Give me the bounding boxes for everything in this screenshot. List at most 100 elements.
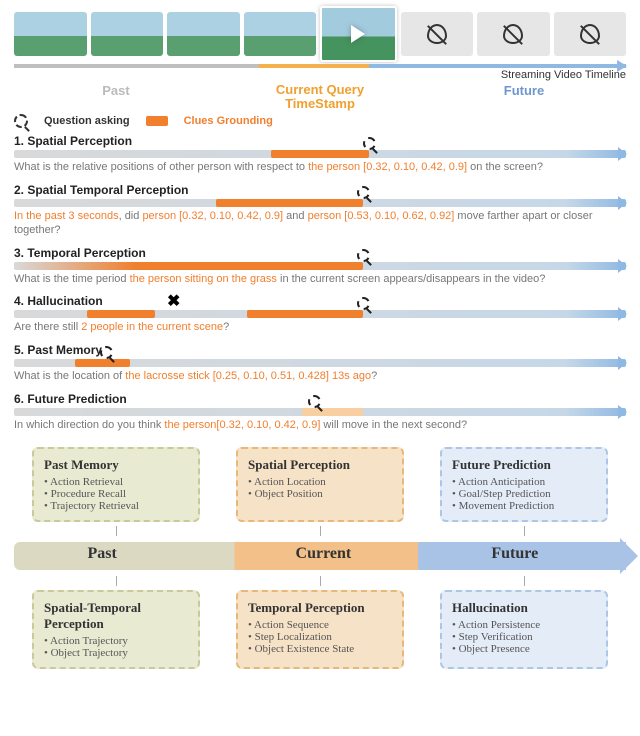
thumb-future bbox=[554, 12, 627, 56]
phase-labels: Past Current Query TimeStamp Future bbox=[14, 83, 626, 110]
bot-boxes-row: Spatial-Temporal Perception Action Trajec… bbox=[14, 590, 626, 669]
box-list: Action RetrievalProcedure RecallTrajecto… bbox=[44, 476, 188, 512]
thumb-past bbox=[91, 12, 164, 56]
clue-segment bbox=[14, 262, 363, 270]
aspect-title: 2. Spatial Temporal Perception bbox=[14, 183, 626, 197]
thumb-past bbox=[244, 12, 317, 56]
aspect-bar bbox=[14, 150, 626, 158]
category-box: Hallucination Action PersistenceStep Veri… bbox=[440, 590, 608, 669]
aspect-question: What is the location of the lacrosse sti… bbox=[14, 370, 626, 384]
aspect-bar: ✖ bbox=[14, 310, 626, 318]
phase-past: Past bbox=[14, 83, 218, 110]
thumb-past bbox=[14, 12, 87, 56]
category-box: Temporal Perception Action SequenceStep L… bbox=[236, 590, 404, 669]
box-title: Temporal Perception bbox=[248, 600, 392, 616]
clue-segment bbox=[271, 150, 369, 158]
box-list: Action LocationObject Position bbox=[248, 476, 392, 500]
phase-future: Future bbox=[422, 83, 626, 110]
play-icon bbox=[351, 25, 365, 43]
box-title: Hallucination bbox=[452, 600, 596, 616]
question-mark-icon bbox=[357, 186, 370, 199]
box-item: Goal/Step Prediction bbox=[452, 488, 596, 500]
question-mark-icon bbox=[363, 137, 376, 150]
aspect: 6. Future PredictionIn which direction d… bbox=[14, 392, 626, 433]
legend-clues: Clues Grounding bbox=[184, 115, 273, 127]
box-list: Action SequenceStep LocalizationObject E… bbox=[248, 619, 392, 655]
legend: Question asking Clues Grounding bbox=[14, 114, 626, 128]
box-item: Procedure Recall bbox=[44, 488, 188, 500]
bottom-diagram: Past Memory Action RetrievalProcedure Rec… bbox=[14, 447, 626, 669]
box-list: Action TrajectoryObject Trajectory bbox=[44, 635, 188, 659]
box-list: Action AnticipationGoal/Step PredictionM… bbox=[452, 476, 596, 512]
thumb-current bbox=[320, 6, 397, 62]
aspect-title: 4. Hallucination bbox=[14, 294, 626, 308]
box-item: Trajectory Retrieval bbox=[44, 500, 188, 512]
timeline-label: Streaming Video Timeline bbox=[14, 69, 626, 81]
category-box: Spatial Perception Action LocationObject … bbox=[236, 447, 404, 522]
question-mark-icon bbox=[100, 346, 113, 359]
video-thumbnails bbox=[14, 6, 626, 62]
aspect-bar bbox=[14, 199, 626, 207]
box-item: Object Presence bbox=[452, 643, 596, 655]
aspect-question: In the past 3 seconds, did person [0.32,… bbox=[14, 210, 626, 238]
box-title: Spatial Perception bbox=[248, 457, 392, 473]
box-item: Step Localization bbox=[248, 631, 392, 643]
question-mark-icon bbox=[357, 297, 370, 310]
box-item: Object Trajectory bbox=[44, 647, 188, 659]
legend-question: Question asking bbox=[44, 115, 130, 127]
box-item: Action Retrieval bbox=[44, 476, 188, 488]
box-title: Spatial-Temporal Perception bbox=[44, 600, 188, 632]
box-item: Object Position bbox=[248, 488, 392, 500]
box-item: Action Sequence bbox=[248, 619, 392, 631]
clue-segment bbox=[302, 408, 363, 416]
question-mark-icon bbox=[357, 249, 370, 262]
aspect-bar bbox=[14, 359, 626, 367]
aspects-list: 1. Spatial Perception What is the relativ… bbox=[14, 134, 626, 432]
eye-slash-icon bbox=[580, 24, 600, 44]
clue-segment bbox=[216, 199, 363, 207]
phase-current: Current Query TimeStamp bbox=[218, 83, 422, 110]
aspect-bar bbox=[14, 408, 626, 416]
thumb-future bbox=[401, 12, 474, 56]
clue-segment bbox=[75, 359, 130, 367]
aspect-bar bbox=[14, 262, 626, 270]
timeline-arrow bbox=[14, 64, 626, 68]
aspect-question: Are there still 2 people in the current … bbox=[14, 321, 626, 335]
arrow-future: Future bbox=[491, 545, 538, 563]
eye-slash-icon bbox=[427, 24, 447, 44]
box-item: Movement Prediction bbox=[452, 500, 596, 512]
arrow-current: Current bbox=[296, 545, 352, 563]
aspect-question: In which direction do you think the pers… bbox=[14, 419, 626, 433]
big-arrow: Past Current Future bbox=[14, 542, 626, 570]
question-icon bbox=[14, 114, 28, 128]
box-item: Action Persistence bbox=[452, 619, 596, 631]
aspect: 4. Hallucination✖Are there still 2 peopl… bbox=[14, 294, 626, 335]
thumb-future bbox=[477, 12, 550, 56]
eye-slash-icon bbox=[503, 24, 523, 44]
box-item: Step Verification bbox=[452, 631, 596, 643]
arrow-past: Past bbox=[87, 545, 116, 563]
category-box: Spatial-Temporal Perception Action Trajec… bbox=[32, 590, 200, 669]
box-title: Future Prediction bbox=[452, 457, 596, 473]
x-mark-icon: ✖ bbox=[167, 297, 180, 310]
question-mark-icon bbox=[308, 395, 321, 408]
top-boxes-row: Past Memory Action RetrievalProcedure Rec… bbox=[14, 447, 626, 522]
box-item: Action Location bbox=[248, 476, 392, 488]
box-item: Object Existence State bbox=[248, 643, 392, 655]
category-box: Future Prediction Action AnticipationGoal… bbox=[440, 447, 608, 522]
box-list: Action PersistenceStep VerificationObjec… bbox=[452, 619, 596, 655]
clue-segment bbox=[247, 310, 363, 318]
clue-segment bbox=[87, 310, 154, 318]
aspect: 1. Spatial Perception What is the relativ… bbox=[14, 134, 626, 175]
aspect-question: What is the time period the person sitti… bbox=[14, 273, 626, 287]
aspect-title: 3. Temporal Perception bbox=[14, 246, 626, 260]
aspect-title: 1. Spatial Perception bbox=[14, 134, 626, 148]
aspect: 2. Spatial Temporal Perception In the pas… bbox=[14, 183, 626, 238]
aspect-question: What is the relative positions of other … bbox=[14, 161, 626, 175]
clues-swatch bbox=[146, 116, 168, 126]
box-title: Past Memory bbox=[44, 457, 188, 473]
category-box: Past Memory Action RetrievalProcedure Rec… bbox=[32, 447, 200, 522]
thumb-past bbox=[167, 12, 240, 56]
box-item: Action Anticipation bbox=[452, 476, 596, 488]
box-item: Action Trajectory bbox=[44, 635, 188, 647]
